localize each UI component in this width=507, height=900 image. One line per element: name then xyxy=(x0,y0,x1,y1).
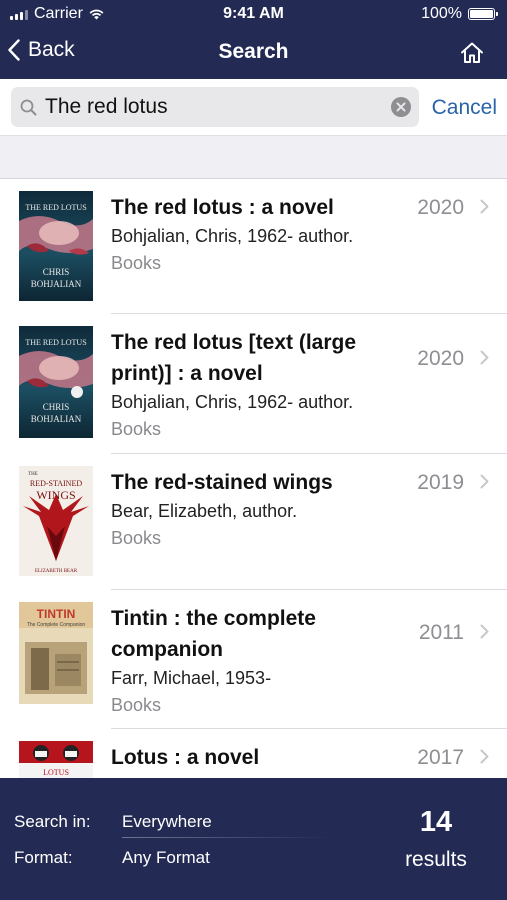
result-year: 2019 xyxy=(417,471,464,494)
result-row[interactable]: LOTUS Lotus : a novel 2017 xyxy=(0,729,507,778)
chevron-right-icon xyxy=(480,199,489,214)
battery-icon xyxy=(468,8,498,20)
results-header-band xyxy=(0,135,507,179)
results-list: THE RED LOTUS CHRIS BOHJALIAN The red lo… xyxy=(0,179,507,778)
result-year: 2011 xyxy=(418,621,464,644)
chevron-right-icon xyxy=(480,474,489,489)
result-row[interactable]: THE RED-STAINED WINGS ELIZABETH BEAR The… xyxy=(0,454,507,590)
format-filter[interactable]: Format: Any Format xyxy=(0,840,340,876)
result-author: Bear, Elizabeth, author. xyxy=(111,501,298,521)
page-title: Search xyxy=(218,40,289,63)
result-row[interactable]: THE RED LOTUS CHRIS BOHJALIAN The red lo… xyxy=(0,179,507,314)
result-info: Tintin : the complete companion Farr, Mi… xyxy=(111,603,391,719)
battery-percent: 100% xyxy=(421,5,462,22)
result-title: Tintin : the complete companion xyxy=(111,607,316,661)
result-author: Farr, Michael, 1953- xyxy=(111,668,272,688)
cover-top-text: THE RED LOTUS xyxy=(25,338,86,347)
result-year: 2020 xyxy=(417,347,464,370)
cover-sub-text: The Complete Companion xyxy=(27,622,86,628)
home-icon xyxy=(461,42,483,63)
home-button[interactable] xyxy=(459,40,485,66)
cover-top-text: THE xyxy=(28,472,38,477)
result-format: Books xyxy=(111,419,162,439)
result-title: The red lotus [text (large print)] : a n… xyxy=(111,331,357,385)
cover-author-text: ELIZABETH BEAR xyxy=(35,569,78,574)
status-right: 100% xyxy=(421,5,498,23)
result-info: Lotus : a novel xyxy=(111,742,391,773)
search-area: Cancel xyxy=(0,79,507,135)
filter-divider xyxy=(122,837,332,838)
chevron-right-icon xyxy=(480,350,489,365)
cover-author-line-1: CHRIS xyxy=(43,267,70,277)
book-cover: THE RED LOTUS CHRIS BOHJALIAN xyxy=(19,326,93,438)
book-cover: THE RED LOTUS CHRIS BOHJALIAN xyxy=(19,191,93,301)
results-summary-bar: Search in: Everywhere Format: Any Format… xyxy=(0,778,507,900)
result-year: 2020 xyxy=(417,196,464,219)
result-title: Lotus : a novel xyxy=(111,746,260,769)
result-info: The red lotus [text (large print)] : a n… xyxy=(111,327,391,443)
cover-author-line-2: BOHJALIAN xyxy=(31,414,82,424)
search-in-filter[interactable]: Search in: Everywhere xyxy=(0,804,340,840)
result-row[interactable]: TINTIN The Complete Companion Tintin : t… xyxy=(0,590,507,729)
cover-title-line-1: RED-STAINED xyxy=(30,479,82,488)
search-in-value: Everywhere xyxy=(122,812,212,831)
chevron-right-icon xyxy=(480,624,489,639)
book-cover: THE RED-STAINED WINGS ELIZABETH BEAR xyxy=(19,466,93,576)
result-title: The red lotus : a novel xyxy=(111,196,334,219)
navigation-bar: Back Search xyxy=(0,30,507,79)
search-input[interactable] xyxy=(45,92,375,122)
result-author: Bohjalian, Chris, 1962- author. xyxy=(111,226,354,246)
search-icon xyxy=(20,99,37,121)
result-info: The red-stained wings Bear, Elizabeth, a… xyxy=(111,467,391,552)
search-in-label: Search in: xyxy=(14,812,91,831)
result-title: The red-stained wings xyxy=(111,471,333,494)
result-format: Books xyxy=(111,528,162,548)
chevron-right-icon xyxy=(480,749,489,764)
cancel-button[interactable]: Cancel xyxy=(432,96,497,120)
result-year: 2017 xyxy=(417,746,464,769)
cover-top-text: LOTUS xyxy=(43,768,69,777)
results-count-label: results xyxy=(405,848,467,871)
result-row[interactable]: THE RED LOTUS CHRIS BOHJALIAN The red lo… xyxy=(0,314,507,454)
cover-title-line-2: WINGS xyxy=(36,488,75,502)
search-box[interactable] xyxy=(11,87,419,127)
cover-author-line-2: BOHJALIAN xyxy=(31,279,82,289)
book-cover: LOTUS xyxy=(19,741,93,778)
cover-top-text: THE RED LOTUS xyxy=(25,203,86,212)
cover-top-text: TINTIN xyxy=(37,607,76,621)
book-cover: TINTIN The Complete Companion xyxy=(19,602,93,704)
app-header: Carrier 9:41 AM 100% Back Search xyxy=(0,0,507,79)
status-bar: Carrier 9:41 AM 100% xyxy=(0,0,507,30)
result-author: Bohjalian, Chris, 1962- author. xyxy=(111,392,354,412)
clear-search-icon[interactable] xyxy=(391,97,411,117)
result-format: Books xyxy=(111,253,162,273)
cover-author-line-1: CHRIS xyxy=(43,402,70,412)
format-label: Format: xyxy=(14,848,73,867)
format-value: Any Format xyxy=(122,848,210,867)
results-count: 14 xyxy=(419,806,453,838)
result-format: Books xyxy=(111,695,162,715)
result-info: The red lotus : a novel Bohjalian, Chris… xyxy=(111,192,391,277)
